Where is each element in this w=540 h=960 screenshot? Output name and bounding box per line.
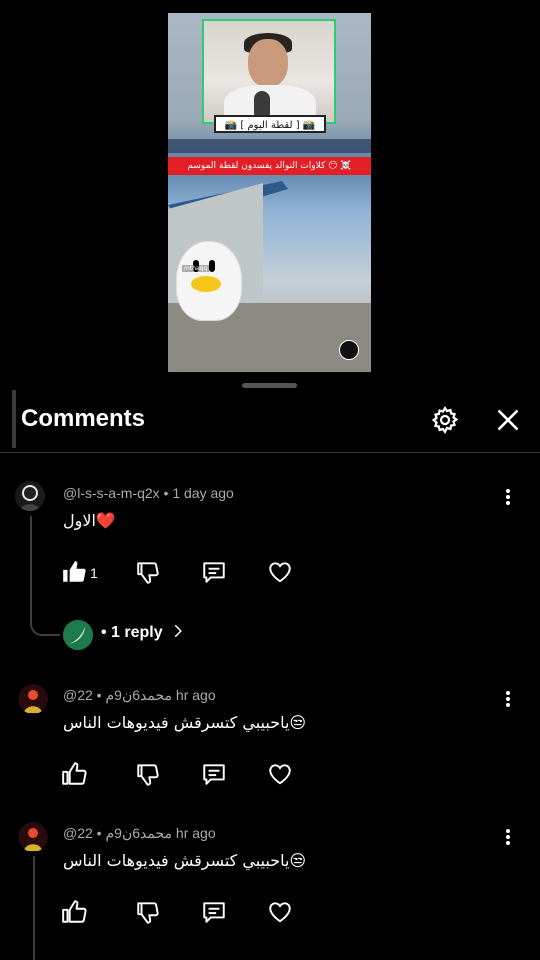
reply-avatar-image <box>63 620 93 650</box>
heart-icon[interactable] <box>267 761 293 787</box>
video-red-banner: ☠️ 😶 كلاوات النوالد يفسدون لقطة الموسم <box>168 157 371 175</box>
streamer-webcam <box>202 19 336 129</box>
comment-text: ياحبيبي كتسرقش فيديوهات الناس😒 <box>63 713 307 732</box>
reply-comment-icon[interactable] <box>201 559 227 585</box>
video-player[interactable]: 📸 [ لقطة اليوم ] 📸 ☠️ 😶 كلاوات النوالد ي… <box>168 13 371 372</box>
avatar[interactable] <box>18 684 48 714</box>
comment-meta: @محمد6ن9م • 22 hr ago <box>63 687 216 703</box>
thumbs-down-icon[interactable] <box>135 899 161 925</box>
avatar[interactable] <box>15 481 45 511</box>
comment-text: ياحبيبي كتسرقش فيديوهات الناس😒 <box>63 851 307 870</box>
duck-character <box>176 241 242 321</box>
avatar[interactable] <box>18 822 48 852</box>
streamer-face <box>248 39 288 87</box>
player-tag: mthaqq <box>182 265 210 272</box>
comments-title: Comments <box>21 405 146 432</box>
reply-comment-icon[interactable] <box>201 899 227 925</box>
comment-time: 1 day ago <box>172 485 234 501</box>
thumbs-down-icon[interactable] <box>135 559 161 585</box>
like-count: 1 <box>90 565 98 581</box>
thumbs-up-icon[interactable] <box>61 761 87 787</box>
comment-text: الاول❤️ <box>63 511 116 530</box>
more-vertical-icon[interactable] <box>498 487 518 509</box>
thumbs-up-icon[interactable] <box>61 899 87 925</box>
heart-icon[interactable] <box>267 899 293 925</box>
header-divider <box>0 452 540 453</box>
thumbs-up-icon[interactable] <box>61 559 87 585</box>
game-action-button <box>339 340 359 360</box>
reply-comment-icon[interactable] <box>201 761 227 787</box>
thread-line <box>33 856 35 960</box>
thumbs-down-icon[interactable] <box>135 761 161 787</box>
more-vertical-icon[interactable] <box>498 827 518 849</box>
avatar-image <box>19 823 47 851</box>
thread-curve <box>30 600 60 636</box>
more-vertical-icon[interactable] <box>498 689 518 711</box>
heart-icon[interactable] <box>267 559 293 585</box>
comment-meta: @l-s-s-a-m-q2x • 1 day ago <box>63 485 234 501</box>
comment-author[interactable]: @l-s-s-a-m-q2x <box>63 485 160 501</box>
close-icon[interactable] <box>495 407 521 433</box>
header-accent-bar <box>12 390 16 448</box>
duck-beak <box>191 276 221 292</box>
comments-header: Comments <box>0 390 540 452</box>
replies-label: • 1 reply <box>101 624 163 641</box>
sheet-drag-handle[interactable] <box>242 383 297 388</box>
view-replies-button[interactable]: • 1 reply <box>101 624 185 642</box>
gear-icon[interactable] <box>430 405 460 435</box>
reply-avatar[interactable] <box>63 620 93 650</box>
comment-meta: @محمد6ن9م • 22 hr ago <box>63 825 216 841</box>
video-overlay-title: 📸 [ لقطة اليوم ] 📸 <box>214 115 326 133</box>
avatar-image <box>20 485 40 511</box>
duck-eye <box>209 260 215 272</box>
chevron-right-icon <box>175 624 182 638</box>
game-hud-bar <box>168 139 371 153</box>
avatar-image <box>19 685 47 713</box>
